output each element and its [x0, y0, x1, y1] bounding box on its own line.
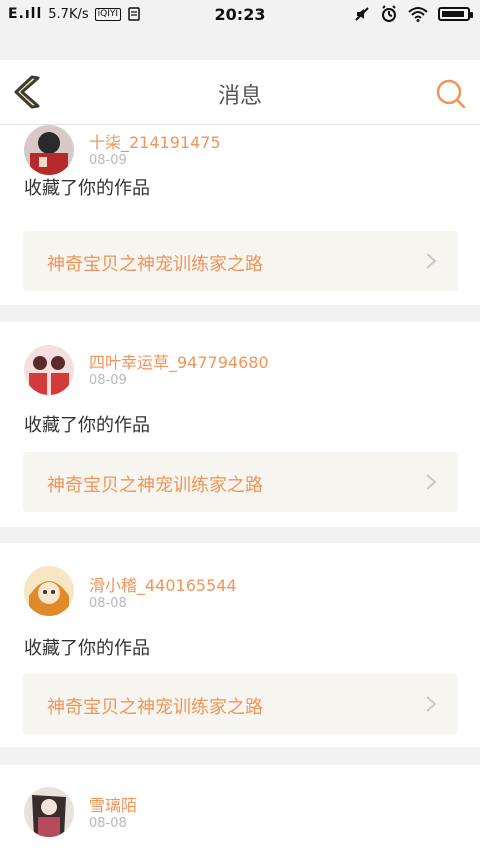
work-title: 神奇宝贝之神宠训练家之路 — [47, 697, 263, 718]
message-action-text: 收藏了你的作品 — [24, 638, 150, 659]
status-right — [354, 5, 473, 23]
username-link[interactable]: 雪璃陌 — [89, 792, 137, 816]
alarm-icon — [382, 5, 396, 22]
wifi-icon — [408, 7, 428, 22]
message-card: 滑小稽_440165544 08-08 收藏了你的作品 神奇宝贝之神宠训练家之路 — [0, 543, 480, 747]
work-title: 神奇宝贝之神宠训练家之路 — [47, 475, 263, 496]
avatar[interactable] — [24, 125, 74, 175]
work-title: 神奇宝贝之神宠训练家之路 — [47, 254, 263, 275]
message-action-text: 收藏了你的作品 — [24, 178, 150, 199]
message-date: 08-09 — [89, 153, 127, 168]
status-bar: E.ıll 5.7K/s iQIYI 20:23 — [0, 0, 480, 30]
work-link[interactable]: 神奇宝贝之神宠训练家之路 — [23, 452, 458, 512]
page-title: 消息 — [217, 84, 262, 109]
battery-icon — [438, 7, 473, 21]
chevron-right-icon — [426, 474, 437, 490]
message-list[interactable]: 十柒_214191475 08-09 收藏了你的作品 神奇宝贝之神宠训练家之路 … — [0, 125, 480, 854]
chevron-right-icon — [426, 696, 437, 712]
message-date: 08-08 — [89, 816, 127, 831]
message-date: 08-08 — [89, 596, 127, 611]
message-card: 四叶幸运草_947794680 08-09 收藏了你的作品 神奇宝贝之神宠训练家… — [0, 322, 480, 527]
header-bar: 消息 — [0, 60, 480, 125]
username-link[interactable]: 滑小稽_440165544 — [89, 572, 237, 596]
avatar[interactable] — [24, 566, 74, 616]
username-link[interactable]: 十柒_214191475 — [89, 129, 221, 153]
work-link[interactable]: 神奇宝贝之神宠训练家之路 — [23, 231, 458, 291]
search-icon[interactable] — [434, 77, 466, 109]
chevron-right-icon — [426, 253, 437, 269]
battery-level — [442, 11, 465, 17]
message-action-text: 收藏了你的作品 — [24, 415, 150, 436]
message-date: 08-09 — [89, 373, 127, 388]
message-card: 十柒_214191475 08-09 收藏了你的作品 神奇宝贝之神宠训练家之路 — [0, 125, 480, 305]
avatar[interactable] — [24, 345, 74, 395]
username-link[interactable]: 四叶幸运草_947794680 — [89, 349, 269, 373]
muted-icon — [355, 7, 369, 21]
message-card: 雪璃陌 08-08 — [0, 765, 480, 854]
avatar[interactable] — [24, 787, 74, 837]
work-link[interactable]: 神奇宝贝之神宠训练家之路 — [23, 674, 458, 734]
